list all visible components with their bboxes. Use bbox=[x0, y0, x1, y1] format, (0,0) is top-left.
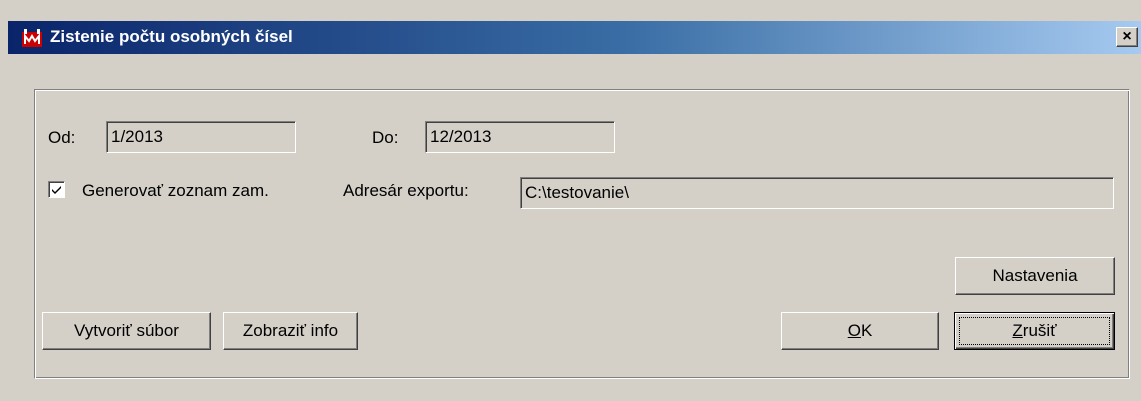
generate-list-checkbox[interactable] bbox=[48, 181, 65, 198]
do-label: Do: bbox=[372, 128, 399, 147]
cancel-button[interactable]: Zrušiť bbox=[954, 312, 1115, 350]
create-file-button[interactable]: Vytvoriť súbor bbox=[42, 312, 211, 350]
show-info-button-label: Zobraziť info bbox=[242, 321, 339, 340]
od-label: Od: bbox=[48, 128, 76, 147]
settings-button[interactable]: Nastavenia bbox=[955, 257, 1115, 295]
dialog-window: Zistenie počtu osobných čísel × Od: 1/20… bbox=[0, 0, 1141, 401]
export-dir-label: Adresár exportu: bbox=[343, 181, 469, 200]
window-title: Zistenie počtu osobných čísel bbox=[50, 27, 293, 46]
checkmark-icon bbox=[52, 186, 61, 194]
ok-button-label: OK bbox=[847, 321, 873, 340]
create-file-button-label: Vytvoriť súbor bbox=[74, 321, 179, 340]
cancel-button-label: Zrušiť bbox=[1012, 321, 1057, 340]
close-icon: × bbox=[1122, 28, 1132, 45]
ok-button[interactable]: OK bbox=[781, 312, 939, 350]
close-button[interactable]: × bbox=[1116, 27, 1138, 47]
app-icon bbox=[22, 29, 42, 47]
generate-list-label[interactable]: Generovať zoznam zam. bbox=[82, 181, 269, 201]
od-field[interactable]: 1/2013 bbox=[106, 121, 296, 153]
export-dir-field[interactable]: C:\testovanie\ bbox=[520, 177, 1114, 209]
title-bar[interactable]: Zistenie počtu osobných čísel × bbox=[8, 21, 1141, 54]
do-field[interactable]: 12/2013 bbox=[425, 121, 615, 153]
focus-rectangle: Zrušiť bbox=[959, 317, 1110, 345]
settings-button-label: Nastavenia bbox=[992, 266, 1078, 285]
show-info-button[interactable]: Zobraziť info bbox=[223, 312, 358, 350]
